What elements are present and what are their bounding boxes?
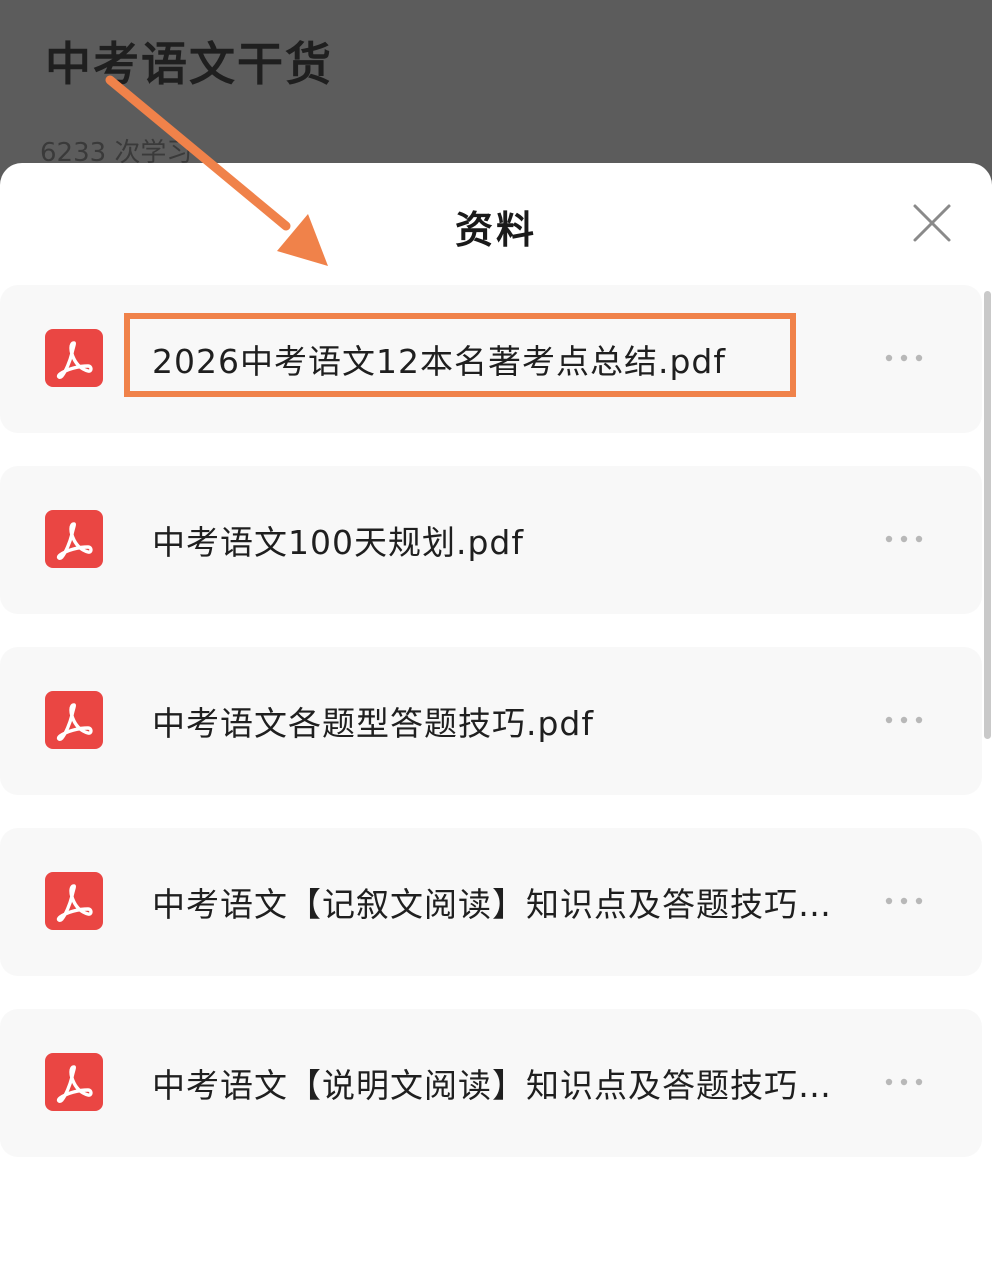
pdf-icon — [45, 329, 103, 387]
materials-sheet: 资料 2026中考语文12本名著考点总结.pdf 中考语文100天规划.pdf … — [0, 163, 992, 1280]
pdf-icon — [45, 872, 103, 930]
close-icon — [913, 204, 951, 242]
more-icon — [885, 1078, 923, 1086]
screen: 中考语文干货 6233 次学习 资料 2026中考语文12本名著考点总结.pdf — [0, 0, 992, 1280]
more-icon — [885, 716, 923, 724]
pdf-icon — [45, 1053, 103, 1111]
file-item[interactable]: 中考语文【记叙文阅读】知识点及答题技巧.pdf — [0, 828, 982, 976]
file-item[interactable]: 中考语文100天规划.pdf — [0, 466, 982, 614]
file-item[interactable]: 中考语文各题型答题技巧.pdf — [0, 647, 982, 795]
scrollbar[interactable] — [984, 291, 991, 739]
file-name: 中考语文【说明文阅读】知识点及答题技巧.pdf — [152, 1066, 832, 1105]
sheet-title: 资料 — [454, 208, 537, 252]
more-icon — [885, 354, 923, 362]
pdf-icon — [45, 510, 103, 568]
file-name: 中考语文100天规划.pdf — [152, 523, 524, 562]
file-name: 中考语文各题型答题技巧.pdf — [152, 704, 595, 743]
file-name: 2026中考语文12本名著考点总结.pdf — [152, 342, 726, 381]
more-options-button[interactable] — [882, 1069, 926, 1095]
more-options-button[interactable] — [882, 707, 926, 733]
more-options-button[interactable] — [882, 526, 926, 552]
page-title: 中考语文干货 — [45, 37, 333, 91]
file-item[interactable]: 2026中考语文12本名著考点总结.pdf — [0, 285, 982, 433]
file-name: 中考语文【记叙文阅读】知识点及答题技巧.pdf — [152, 885, 832, 924]
close-button[interactable] — [906, 197, 958, 249]
more-icon — [885, 897, 923, 905]
more-options-button[interactable] — [882, 345, 926, 371]
pdf-icon — [45, 691, 103, 749]
more-options-button[interactable] — [882, 888, 926, 914]
more-icon — [885, 535, 923, 543]
file-item[interactable]: 中考语文【说明文阅读】知识点及答题技巧.pdf — [0, 1009, 982, 1157]
